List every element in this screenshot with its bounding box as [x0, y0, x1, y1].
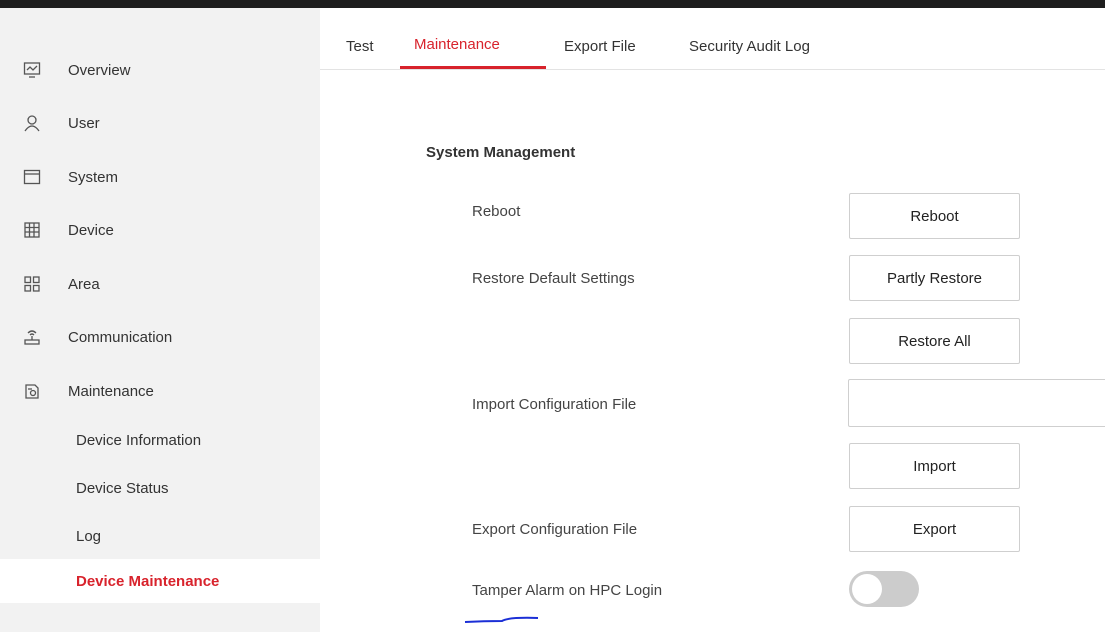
partly-restore-button[interactable]: Partly Restore	[849, 255, 1020, 301]
sidebar-subitem-label: Device Maintenance	[76, 572, 220, 590]
annotation-stroke	[464, 616, 539, 623]
reboot-button[interactable]: Reboot	[849, 193, 1020, 239]
router-icon	[22, 327, 42, 347]
user-icon	[22, 113, 42, 133]
sidebar-item-area[interactable]: Area	[0, 264, 320, 304]
tamper-alarm-toggle[interactable]	[849, 571, 919, 607]
window-icon	[22, 167, 42, 187]
sidebar-item-system[interactable]: System	[0, 157, 320, 197]
export-button[interactable]: Export	[849, 506, 1020, 552]
device-icon	[22, 220, 42, 240]
tamper-alarm-label: Tamper Alarm on HPC Login	[472, 582, 663, 599]
sidebar-item-label: Area	[68, 275, 100, 293]
sidebar-item-maintenance[interactable]: Maintenance	[0, 371, 320, 411]
tab-export-file[interactable]: Export File	[564, 38, 636, 55]
import-config-label: Import Configuration File	[472, 396, 637, 413]
sidebar-subitem-label: Device Information	[76, 431, 202, 449]
sidebar-item-label: Communication	[68, 328, 173, 346]
sidebar-item-overview[interactable]: Overview	[0, 50, 320, 90]
restore-all-button[interactable]: Restore All	[849, 318, 1020, 364]
section-title: System Management	[426, 144, 576, 161]
sidebar-subitem-device-information[interactable]: Device Information	[0, 420, 320, 460]
reboot-label: Reboot	[472, 203, 521, 220]
sidebar-item-device[interactable]: Device	[0, 210, 320, 250]
sidebar-item-label: User	[68, 114, 100, 132]
sidebar: Overview User System Device Area Communi…	[0, 8, 320, 632]
sidebar-subitem-label: Device Status	[76, 479, 169, 497]
maintenance-icon	[22, 381, 42, 401]
tab-bar: Test Maintenance Export File Security Au…	[320, 8, 1105, 70]
grid-icon	[22, 274, 42, 294]
restore-default-label: Restore Default Settings	[472, 270, 635, 287]
top-bar	[0, 0, 1105, 8]
sidebar-subitem-label: Log	[76, 527, 102, 545]
sidebar-subitem-log[interactable]: Log	[0, 516, 320, 556]
import-button[interactable]: Import	[849, 443, 1020, 489]
monitor-icon	[22, 60, 42, 80]
sidebar-item-communication[interactable]: Communication	[0, 317, 320, 357]
tab-security-audit-log[interactable]: Security Audit Log	[689, 38, 810, 55]
sidebar-item-label: Device	[68, 221, 114, 239]
tab-test[interactable]: Test	[346, 38, 374, 55]
import-file-input[interactable]	[848, 379, 1105, 427]
export-config-label: Export Configuration File	[472, 521, 638, 538]
sidebar-subitem-device-maintenance[interactable]: Device Maintenance	[0, 559, 320, 603]
active-tab-indicator	[400, 66, 546, 69]
toggle-knob	[852, 574, 882, 604]
sidebar-item-label: Overview	[68, 61, 131, 79]
sidebar-item-user[interactable]: User	[0, 103, 320, 143]
sidebar-item-label: System	[68, 168, 119, 186]
sidebar-item-label: Maintenance	[68, 382, 154, 400]
tab-maintenance[interactable]: Maintenance	[414, 36, 500, 53]
sidebar-subitem-device-status[interactable]: Device Status	[0, 468, 320, 508]
